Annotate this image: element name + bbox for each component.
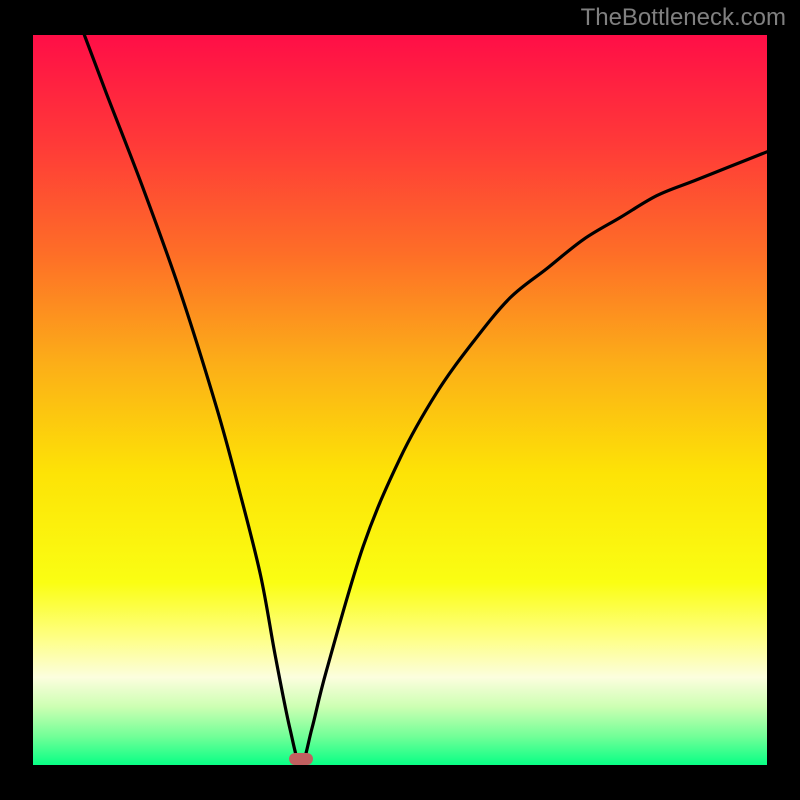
attribution-text: TheBottleneck.com <box>581 4 786 32</box>
plot-area <box>33 35 767 765</box>
bottleneck-curve <box>33 35 767 765</box>
chart-container: TheBottleneck.com <box>0 0 800 800</box>
optimal-marker <box>289 753 312 765</box>
